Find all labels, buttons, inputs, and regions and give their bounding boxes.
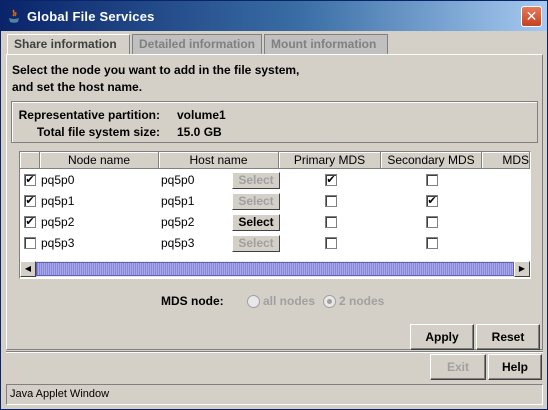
mds-node-label: MDS node: — [161, 294, 224, 308]
radio-all-nodes[interactable] — [247, 295, 260, 308]
secondary-mds-checkbox[interactable] — [426, 237, 438, 249]
secondary-mds-checkbox[interactable]: ✔ — [426, 195, 438, 207]
secondary-mds-checkbox[interactable] — [426, 174, 438, 186]
size-label: Total file system size: — [36, 125, 160, 139]
table-row[interactable]: ✔ pq5p1 pq5p1 Select ✔ — [20, 191, 530, 212]
node-name-cell: pq5p1 — [41, 194, 75, 208]
col-header-primary-mds[interactable]: Primary MDS — [279, 152, 381, 169]
filesystem-info-box: Representative partition: volume1 Total … — [11, 101, 538, 143]
select-host-button[interactable]: Select — [232, 193, 280, 210]
col-header-check[interactable] — [20, 152, 40, 169]
col-header-mds[interactable]: MDS — [482, 152, 530, 169]
radio-2-nodes-label: 2 nodes — [339, 294, 385, 308]
row-checkbox[interactable]: ✔ — [24, 174, 36, 186]
host-name-cell: pq5p1 — [161, 194, 195, 208]
secondary-mds-checkbox[interactable] — [426, 216, 438, 228]
primary-mds-checkbox[interactable] — [325, 216, 337, 228]
instructions: Select the node you want to add in the f… — [12, 62, 299, 96]
table-row[interactable]: pq5p3 pq5p3 Select — [20, 233, 530, 254]
tab-detailed-information[interactable]: Detailed information — [132, 34, 262, 54]
close-button[interactable]: ✕ — [521, 6, 542, 27]
mds-node-selector: MDS node: all nodes 2 nodes — [7, 291, 544, 311]
scroll-right-icon[interactable]: ▶ — [514, 261, 530, 277]
host-name-cell: pq5p0 — [161, 173, 195, 187]
status-bar: Java Applet Window — [6, 384, 543, 405]
size-value: 15.0 GB — [177, 125, 222, 139]
node-table: Node name Host name Primary MDS Secondar… — [19, 151, 531, 279]
reset-button[interactable]: Reset — [476, 324, 540, 350]
radio-all-nodes-label: all nodes — [263, 294, 316, 308]
primary-mds-checkbox[interactable] — [325, 237, 337, 249]
node-name-cell: pq5p0 — [41, 173, 75, 187]
global-file-services-window: Global File Services ✕ Share information… — [0, 0, 548, 410]
primary-mds-checkbox[interactable]: ✔ — [325, 174, 337, 186]
col-header-host-name[interactable]: Host name — [159, 152, 279, 169]
table-row[interactable]: ✔ pq5p0 pq5p0 Select ✔ — [20, 170, 530, 191]
apply-button[interactable]: Apply — [410, 324, 474, 350]
help-button[interactable]: Help — [488, 354, 542, 380]
row-checkbox[interactable]: ✔ — [24, 195, 36, 207]
title-bar[interactable]: Global File Services ✕ — [1, 1, 547, 31]
java-icon — [9, 9, 19, 23]
node-name-cell: pq5p2 — [41, 215, 75, 229]
select-host-button[interactable]: Select — [232, 172, 280, 189]
window-title: Global File Services — [27, 9, 155, 24]
primary-mds-checkbox[interactable] — [325, 195, 337, 207]
scroll-left-icon[interactable]: ◀ — [20, 261, 36, 277]
exit-button[interactable]: Exit — [430, 354, 486, 380]
share-information-panel: Select the node you want to add in the f… — [6, 54, 543, 350]
row-checkbox[interactable] — [24, 237, 36, 249]
instruction-line-1: Select the node you want to add in the f… — [12, 63, 300, 77]
separator — [6, 351, 543, 353]
col-header-node-name[interactable]: Node name — [40, 152, 159, 169]
host-name-cell: pq5p2 — [161, 215, 195, 229]
select-host-button[interactable]: Select — [232, 235, 280, 252]
horizontal-scrollbar[interactable]: ◀ ▶ — [20, 261, 530, 277]
radio-2-nodes[interactable] — [323, 295, 336, 308]
partition-label: Representative partition: — [18, 108, 160, 122]
table-row[interactable]: ✔ pq5p2 pq5p2 Select — [20, 212, 530, 233]
tab-share-information[interactable]: Share information — [7, 34, 130, 55]
instruction-line-2: and set the host name. — [12, 80, 143, 94]
col-header-secondary-mds[interactable]: Secondary MDS — [381, 152, 482, 169]
table-header: Node name Host name Primary MDS Secondar… — [20, 152, 530, 169]
tab-mount-information[interactable]: Mount information — [264, 34, 388, 54]
select-host-button[interactable]: Select — [232, 214, 280, 231]
partition-value: volume1 — [177, 108, 226, 122]
node-name-cell: pq5p3 — [41, 236, 75, 250]
host-name-cell: pq5p3 — [161, 236, 195, 250]
scrollbar-thumb[interactable] — [36, 262, 514, 276]
row-checkbox[interactable]: ✔ — [24, 216, 36, 228]
radio-selected-dot — [327, 299, 332, 304]
